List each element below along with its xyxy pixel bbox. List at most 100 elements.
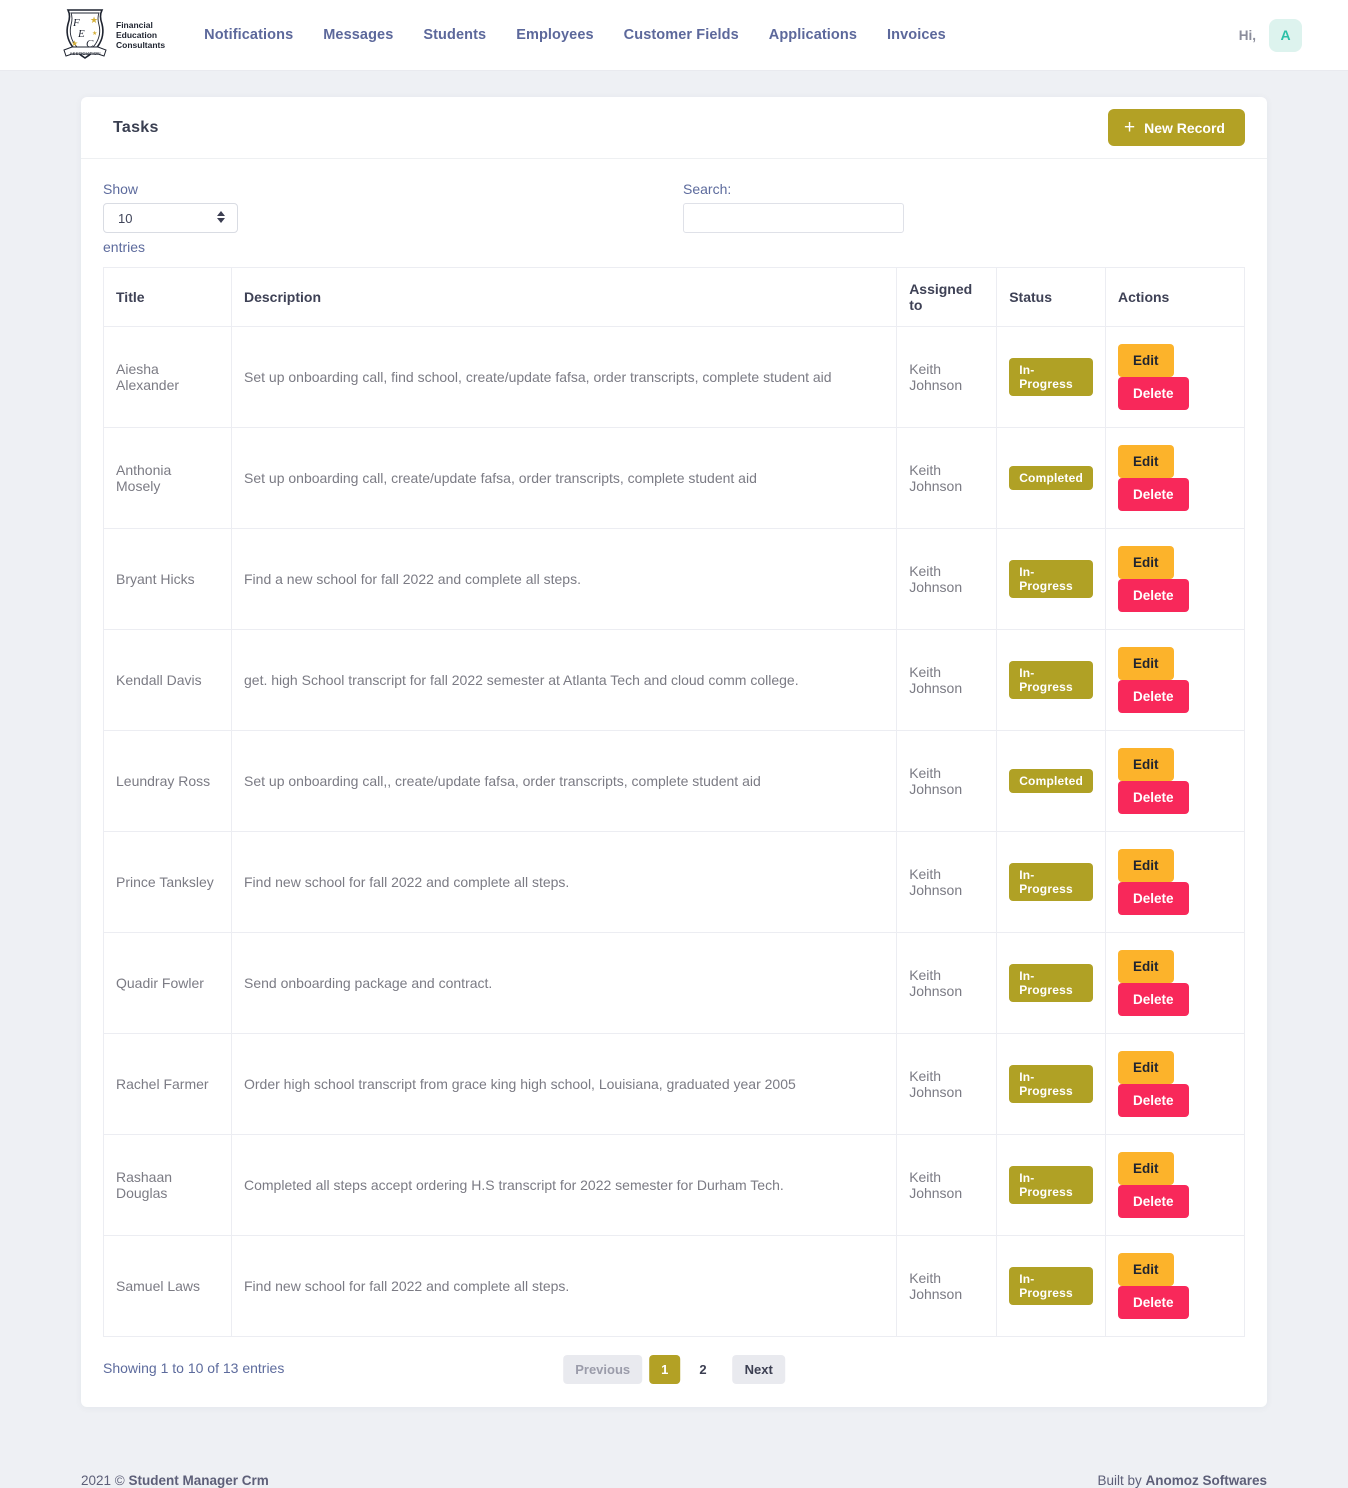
previous-page-button[interactable]: Previous [563, 1355, 643, 1384]
nav-item-applications[interactable]: Applications [754, 17, 872, 53]
status-badge: In-Progress [1009, 560, 1093, 598]
logo-banner-text: ASSOCIATION [69, 51, 100, 56]
task-title: Prince Tanksley [103, 831, 232, 933]
column-header-assigned-to: Assigned to [896, 267, 998, 327]
nav-item-invoices[interactable]: Invoices [872, 17, 961, 53]
table-row: Bryant Hicks Find a new school for fall … [103, 528, 1245, 630]
status-badge: In-Progress [1009, 1267, 1093, 1305]
task-description: Completed all steps accept ordering H.S … [230, 1134, 898, 1236]
svg-text:★: ★ [90, 15, 98, 25]
delete-button[interactable]: Delete [1118, 1185, 1189, 1218]
page-footer: 2021 © Student Manager Crm Built by Anom… [81, 1447, 1267, 1488]
nav-item-notifications[interactable]: Notifications [189, 17, 308, 53]
task-assigned-to: Keith Johnson [896, 730, 998, 832]
status-badge: In-Progress [1009, 964, 1093, 1002]
task-title: Samuel Laws [103, 1235, 232, 1337]
status-badge: In-Progress [1009, 358, 1093, 396]
page-content: Tasks + New Record Show 10 entries Searc… [0, 71, 1348, 1488]
delete-button[interactable]: Delete [1118, 579, 1189, 612]
task-assigned-to: Keith Johnson [896, 1235, 998, 1337]
top-navbar: F E C ★ ★ ★ ASSOCIATION Financial Educat… [0, 0, 1348, 71]
length-control: Show 10 entries [103, 181, 674, 255]
task-assigned-to: Keith Johnson [896, 831, 998, 933]
brand-logo[interactable]: F E C ★ ★ ★ ASSOCIATION Financial Educat… [60, 6, 165, 64]
delete-button[interactable]: Delete [1118, 882, 1189, 915]
tasks-table: Title Description Assigned to Status Actions… [103, 267, 1245, 1337]
delete-button[interactable]: Delete [1118, 781, 1189, 814]
new-record-button[interactable]: + New Record [1107, 109, 1245, 146]
task-assigned-to: Keith Johnson [896, 427, 998, 529]
column-header-actions: Actions [1105, 267, 1245, 327]
task-assigned-to: Keith Johnson [896, 1033, 998, 1135]
task-description: get. high School transcript for fall 202… [230, 629, 898, 731]
table-row: Prince Tanksley Find new school for fall… [103, 831, 1245, 933]
delete-button[interactable]: Delete [1118, 680, 1189, 713]
svg-text:E: E [77, 28, 85, 40]
delete-button[interactable]: Delete [1118, 1084, 1189, 1117]
entries-info: Showing 1 to 10 of 13 entries [103, 1360, 285, 1376]
page-button-1[interactable]: 1 [649, 1355, 681, 1384]
column-header-title: Title [103, 267, 232, 327]
search-label: Search: [683, 181, 732, 197]
brand-text: Financial Education Consultants [116, 19, 166, 51]
edit-button[interactable]: Edit [1118, 849, 1174, 882]
user-avatar[interactable]: A [1269, 18, 1302, 52]
task-title: Leundray Ross [103, 730, 232, 832]
edit-button[interactable]: Edit [1118, 647, 1174, 680]
edit-button[interactable]: Edit [1118, 344, 1174, 377]
status-badge: In-Progress [1009, 661, 1093, 699]
card-header: Tasks + New Record [81, 97, 1267, 159]
delete-button[interactable]: Delete [1118, 983, 1189, 1016]
edit-button[interactable]: Edit [1118, 546, 1174, 579]
edit-button[interactable]: Edit [1118, 445, 1174, 478]
nav-item-employees[interactable]: Employees [501, 17, 608, 53]
column-header-description: Description [230, 267, 898, 327]
page-button-2[interactable]: 2 [687, 1355, 718, 1384]
search-input[interactable] [683, 203, 904, 233]
status-badge: In-Progress [1009, 863, 1093, 901]
nav-item-customer-fields[interactable]: Customer Fields [609, 17, 754, 53]
delete-button[interactable]: Delete [1118, 377, 1189, 410]
edit-button[interactable]: Edit [1118, 1152, 1174, 1185]
main-nav: Notifications Messages Students Employees Cu… [189, 17, 961, 53]
page-size-select[interactable]: 10 [103, 203, 238, 233]
table-row: Anthonia Mosely Set up onboarding call, … [103, 427, 1245, 529]
task-assigned-to: Keith Johnson [896, 1134, 998, 1236]
delete-button[interactable]: Delete [1118, 1286, 1189, 1319]
task-title: Aiesha Alexander [103, 326, 232, 428]
table-row: Rachel Farmer Order high school transcri… [103, 1033, 1245, 1135]
svg-text:★: ★ [92, 30, 97, 37]
task-assigned-to: Keith Johnson [896, 326, 998, 428]
delete-button[interactable]: Delete [1118, 478, 1189, 511]
table-row: Kendall Davis get. high School transcrip… [103, 629, 1245, 731]
edit-button[interactable]: Edit [1118, 950, 1174, 983]
entries-label: entries [103, 239, 146, 255]
fec-crest-icon: F E C ★ ★ ★ ASSOCIATION [63, 9, 107, 59]
table-row: Samuel Laws Find new school for fall 202… [103, 1235, 1245, 1337]
table-row: Rashaan Douglas Completed all steps acce… [103, 1134, 1245, 1236]
show-label: Show [103, 181, 139, 197]
nav-item-students[interactable]: Students [408, 17, 501, 53]
status-badge: In-Progress [1009, 1166, 1093, 1204]
pagination: Previous 12 Next [563, 1355, 785, 1384]
table-row: Quadir Fowler Send onboarding package an… [103, 932, 1245, 1034]
task-title: Quadir Fowler [103, 932, 232, 1034]
task-description: Set up onboarding call, create/update fa… [230, 427, 898, 529]
nav-item-messages[interactable]: Messages [308, 17, 408, 53]
plus-icon: + [1123, 117, 1136, 138]
task-title: Bryant Hicks [103, 528, 232, 630]
next-page-button[interactable]: Next [732, 1355, 785, 1384]
edit-button[interactable]: Edit [1118, 1051, 1174, 1084]
table-header-row: Title Description Assigned to Status Actions [103, 267, 1245, 327]
table-row: Leundray Ross Set up onboarding call,, c… [103, 730, 1245, 832]
select-caret-icon [217, 211, 225, 223]
status-badge: Completed [1009, 466, 1093, 490]
task-title: Kendall Davis [103, 629, 232, 731]
edit-button[interactable]: Edit [1118, 1253, 1174, 1286]
table-row: Aiesha Alexander Set up onboarding call,… [103, 326, 1245, 428]
task-description: Send onboarding package and contract. [230, 932, 898, 1034]
edit-button[interactable]: Edit [1118, 748, 1174, 781]
tasks-card: Tasks + New Record Show 10 entries Searc… [81, 97, 1267, 1407]
task-title: Rachel Farmer [103, 1033, 232, 1135]
table-footer: Showing 1 to 10 of 13 entries Previous 1… [103, 1355, 1245, 1385]
